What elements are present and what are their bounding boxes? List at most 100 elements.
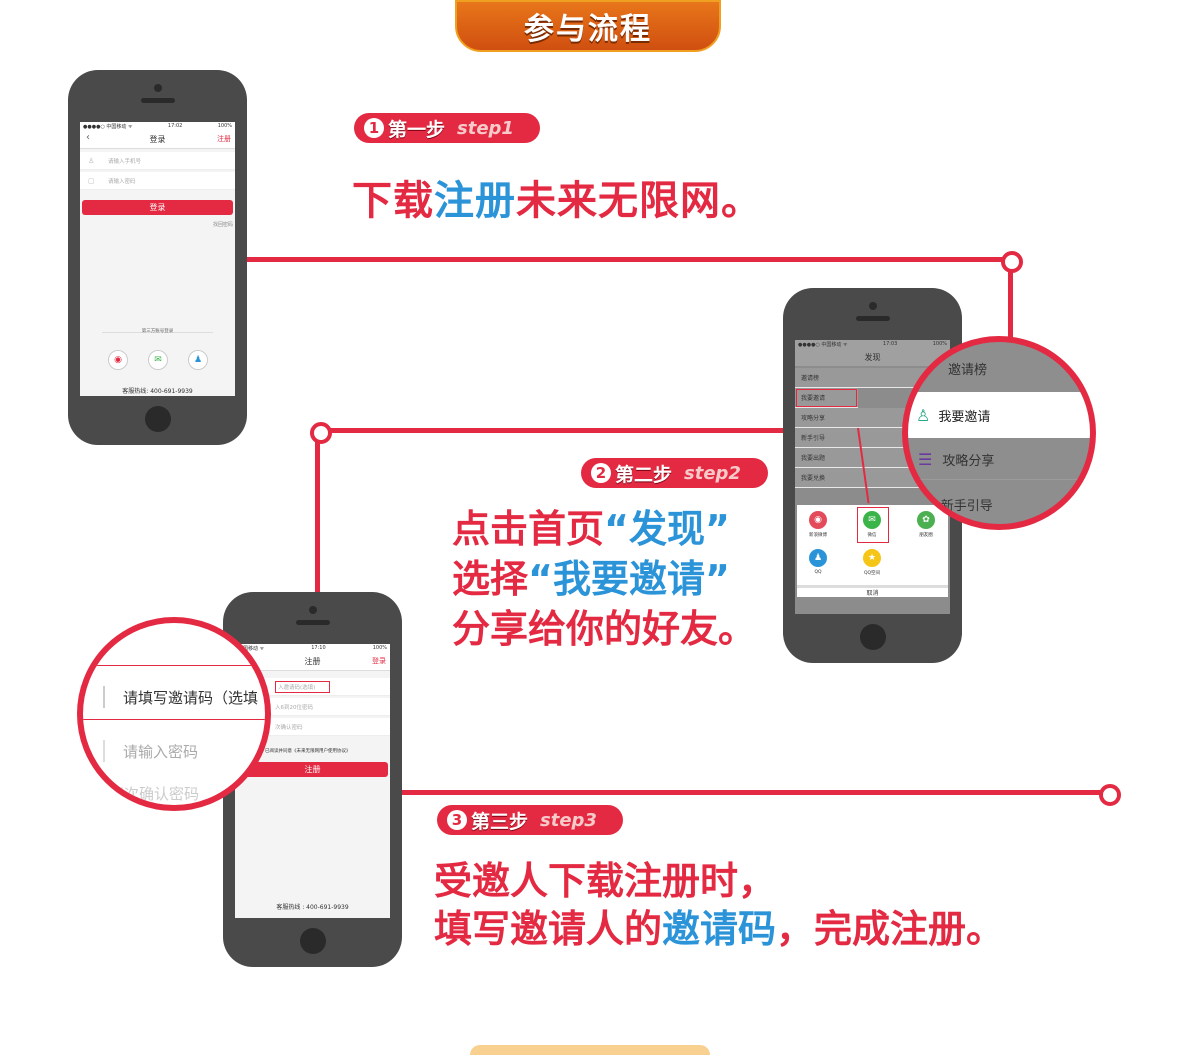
hotline-text: 客服热线 : 400-691-9939 [276,904,349,911]
step3-line2-a: 填写邀请人的 [434,907,663,951]
connector-line-2-down [315,438,320,593]
login-link[interactable]: 登录 [372,656,386,666]
zoom-invite-field: 请填写邀请码（选填 请输入密码 再次确认密码 [77,617,271,811]
step1-badge: 1 第一步 step1 [354,113,540,143]
step1-label-en: step1 [457,117,514,139]
step1-label-cn: 第一步 [388,118,446,141]
zoom-bar [103,686,105,708]
connector-line-1 [245,257,1007,262]
weibo-icon[interactable]: ◉ [108,350,128,370]
send-icon: ◁ [920,496,931,512]
zoom-row-my-invite[interactable]: ♙ 我要邀请 [908,392,1090,438]
hotline-text: 客服热线: 400-691-9939 [122,388,193,395]
zoom-password-label: 请输入密码 [123,742,199,761]
step1-text-a: 下载 [352,178,434,224]
qzone-icon[interactable]: ★ [863,549,881,567]
zoom-confirm-label: 再次确认密码 [109,785,200,803]
menu-my-invite[interactable]: 我要邀请 [795,388,858,408]
agreement-text[interactable]: 已阅读并同意《未来无限网用户使用协议》 [265,748,351,754]
status-bar: ●●●●○ 中国移动 ᯤ 17:02 100% [80,122,235,130]
step2-number: 2 [591,463,611,483]
zoom-confirm-row[interactable]: 再次确认密码 [109,783,199,804]
share-label-weibo: 新浪微博 [809,533,827,538]
third-party-label: 第三方账号登录 [141,329,174,334]
connector-line-2 [326,428,784,433]
zoom-divider-top [83,665,265,666]
step2-label-en: step2 [684,462,741,484]
share-label-qq: QQ [814,570,822,575]
step3-line2-b: 邀请码 [662,907,777,951]
invite-placeholder: 入邀请码(选填) [275,680,331,693]
step3-label-en: step3 [540,809,597,831]
step3-label-cn: 第三步 [471,810,529,833]
step2-line1-b: “发现” [604,507,730,551]
status-bar: 中国移动 ᯤ 17:10 100% [235,644,390,652]
qq-icon[interactable]: ♟ [809,549,827,567]
connector-node [1001,251,1023,273]
zoom-divider-mid [83,719,265,720]
step1-number: 1 [364,118,384,138]
zoom-label: 攻略分享 [942,454,995,469]
phone-speaker [855,316,890,321]
book-stack-icon: ☰ [918,450,933,469]
status-time: 17:02 [167,123,183,129]
phone-camera [308,606,317,614]
password-input[interactable]: ▢ 请输入密码 [80,172,235,190]
phone-speaker [140,98,175,103]
cancel-button[interactable]: 取消 [797,585,948,600]
step2-line2-b: “我要邀请” [528,557,730,601]
user-icon: ♙ [88,156,95,165]
chevron-left-icon[interactable]: ‹ [86,132,90,143]
nav-bar: ‹ 登录 注册 [80,130,235,149]
phone-speaker [295,620,330,625]
step1-text-b: 注册 [434,178,516,224]
zoom-invite-menu: 邀请榜 ♙ 我要邀请 ☰ 攻略分享 ◁ 新手引导 [902,336,1096,530]
menu-label: 我要出题 [801,455,826,462]
step2-line2-a: 选择 [452,557,529,601]
login-button[interactable]: 登录 [82,200,233,215]
step2-line1: 点击首页“发现” [452,498,730,553]
register-link[interactable]: 注册 [217,134,231,144]
connector-line-1-down [1008,264,1013,344]
zoom-bar [103,740,105,762]
connector-line-3 [400,790,1100,795]
zoom-invite-row[interactable]: 请填写邀请码（选填 [83,677,265,717]
weibo-icon[interactable]: ◉ [809,511,827,529]
home-button[interactable] [299,928,326,954]
step1-text: 下载注册未来无限网。 [352,168,762,226]
home-button[interactable] [144,406,171,432]
share-label-wechat: 微信 [867,533,877,538]
wechat-icon[interactable]: ✉ [148,350,168,370]
phone-camera [153,84,162,92]
share-label-qzone: QQ空间 [863,571,881,576]
status-bar: ●●●●○ 中国移动 ᯤ 17:03 100% [795,340,950,348]
zoom-row-guide: ◁ 新手引导 [908,484,1090,524]
home-button[interactable] [859,624,886,650]
forgot-password-link[interactable]: 找回密码 [213,221,233,228]
wechat-icon[interactable]: ✉ [863,511,881,529]
step2-line2: 选择“我要邀请” [452,548,730,603]
status-time: 17:03 [882,341,898,347]
step2-line1-a: 点击首页 [452,507,605,551]
status-time: 17:10 [311,645,326,651]
zoom-row-strategy: ☰ 攻略分享 [908,440,1090,480]
zoom-invite-label: 请填写邀请码（选填 [123,688,259,707]
share-label-moments: 朋友圈 [919,533,933,538]
banner-title: 参与流程 [524,12,652,47]
connector-node [310,422,332,444]
menu-label: 邀请榜 [801,375,820,382]
phone-input[interactable]: ♙ 请输入手机号 [80,152,235,170]
status-carrier: ●●●●○ 中国移动 ᯤ [798,341,848,348]
connector-node [1099,784,1121,806]
status-battery: 100% [372,645,387,651]
status-carrier: ●●●●○ 中国移动 ᯤ [83,123,133,130]
nav-title: 发现 [864,352,881,362]
menu-label: 新手引导 [801,435,826,442]
zoom-password-row[interactable]: 请输入密码 [83,731,265,771]
password-placeholder: 请输入密码 [108,178,136,185]
step3-line1: 受邀人下载注册时， [434,859,777,903]
password-placeholder: 入6到20位密码 [275,704,313,711]
menu-label: 我要邀请 [801,395,826,402]
qq-icon[interactable]: ♟ [188,350,208,370]
step2-badge: 2 第二步 step2 [581,458,768,488]
